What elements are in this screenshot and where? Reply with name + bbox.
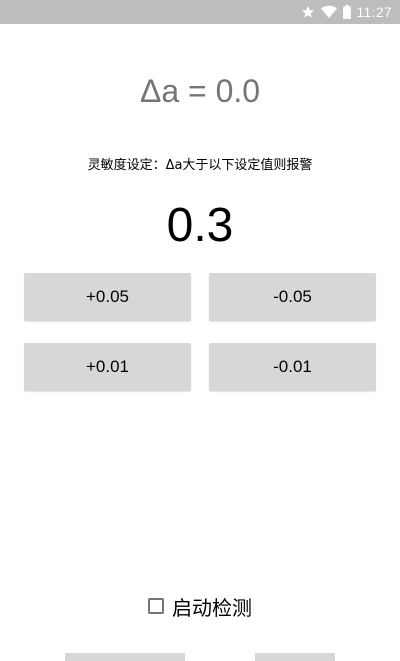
star-icon [301, 5, 315, 19]
increase-005-button[interactable]: +0.05 [24, 273, 191, 321]
decrease-005-button[interactable]: -0.05 [209, 273, 376, 321]
start-detection-checkbox[interactable]: 启动检测 [0, 590, 400, 622]
battery-icon [342, 5, 351, 19]
threshold-value: 0.3 [166, 199, 234, 252]
status-icons: 11:27 [301, 0, 393, 24]
sensitivity-label: 灵敏度设定：Δa大于以下设定值则报警 [87, 158, 313, 173]
increase-001-button[interactable]: +0.01 [24, 343, 191, 391]
bottom-right-button[interactable] [255, 653, 335, 661]
wifi-icon [320, 5, 337, 19]
bottom-left-button[interactable] [65, 653, 185, 661]
status-time: 11:27 [356, 4, 392, 20]
delta-display: Δa = 0.0 [139, 73, 261, 109]
decrease-001-button[interactable]: -0.01 [209, 343, 376, 391]
checkbox-icon[interactable] [148, 598, 164, 614]
start-detection-label[interactable]: 启动检测 [172, 592, 252, 621]
status-bar: 11:27 [0, 0, 400, 24]
